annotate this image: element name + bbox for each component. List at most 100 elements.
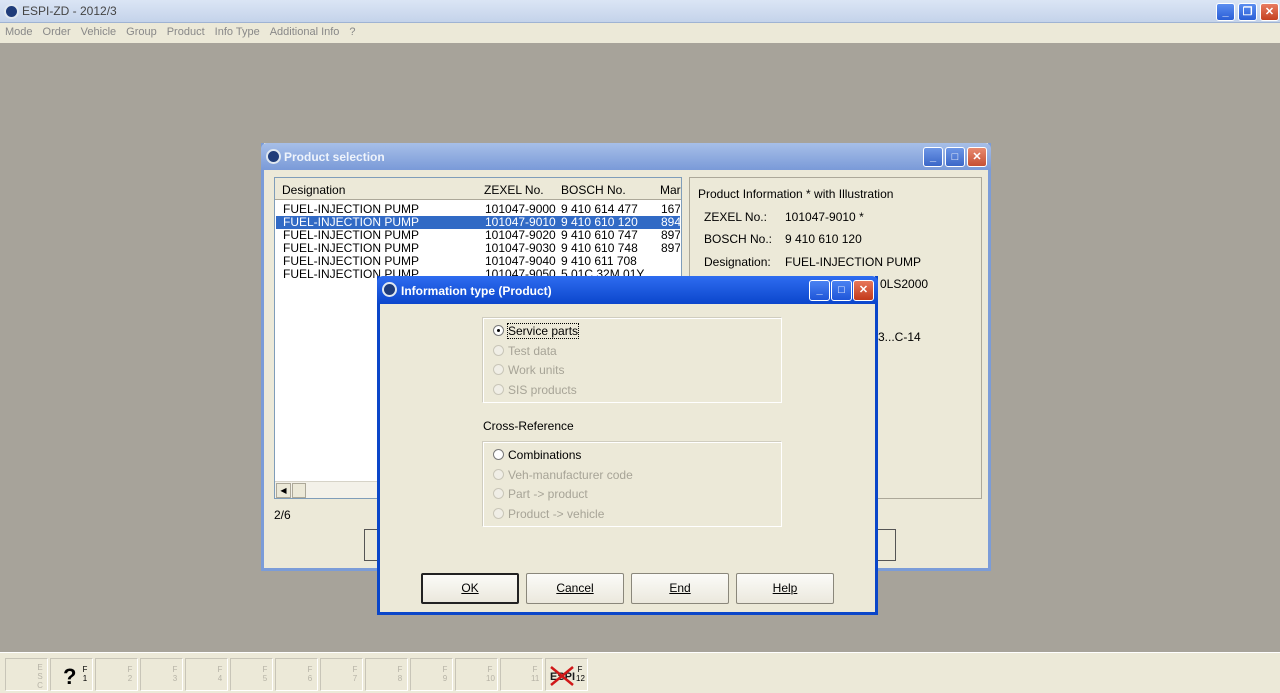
radio-label: Work units (508, 363, 565, 377)
row-zexel: 101047-9040 (485, 255, 556, 268)
radio-button[interactable] (493, 508, 504, 519)
product-list-header: Designation ZEXEL No. BOSCH No. Mar (275, 178, 681, 200)
menu-info-type[interactable]: Info Type (210, 23, 265, 38)
col-bosch[interactable]: BOSCH No. (561, 183, 626, 197)
product-selection-titlebar: Product selection _ □ ✕ (261, 143, 991, 170)
radio-button[interactable] (493, 325, 504, 336)
radio-label: Combinations (508, 448, 582, 462)
product-minimize-button[interactable]: _ (923, 147, 943, 167)
fkey-esc[interactable]: ESC (5, 658, 48, 691)
menu-help[interactable]: ? (344, 23, 360, 38)
fkey-label: F3 (172, 665, 178, 683)
cross-reference-group: Combinations Veh-manufacturer code Part … (482, 441, 782, 527)
list-item[interactable]: FUEL-INJECTION PUMP 101047-9020 9 410 61… (276, 229, 680, 242)
fkey-f11[interactable]: F 11 (500, 658, 543, 691)
row-designation: FUEL-INJECTION PUMP (283, 216, 420, 229)
menu-additional-info[interactable]: Additional Info (265, 23, 345, 38)
record-counter: 2/6 (274, 508, 291, 522)
list-item-selected[interactable]: FUEL-INJECTION PUMP 101047-9010 9 410 61… (276, 216, 680, 229)
list-item[interactable]: FUEL-INJECTION PUMP 101047-9030 9 410 61… (276, 242, 680, 255)
list-item[interactable]: FUEL-INJECTION PUMP 101047-9000 9 410 61… (276, 203, 680, 216)
row-mar: 897 (661, 242, 680, 255)
fkey-label: F8 (397, 665, 403, 683)
information-type-dialog: Information type (Product) _ □ ✕ Service… (377, 276, 878, 615)
product-close-button[interactable]: ✕ (967, 147, 987, 167)
product-maximize-button[interactable]: □ (945, 147, 965, 167)
dialog-close-button[interactable]: ✕ (853, 280, 874, 301)
fkey-label: F6 (307, 665, 313, 683)
radio-label: SIS products (508, 383, 577, 397)
fkey-f1[interactable]: ? F1 (50, 658, 93, 691)
row-designation: FUEL-INJECTION PUMP (283, 255, 420, 268)
menu-bar: Mode Order Vehicle Group Product Info Ty… (0, 23, 1280, 43)
radio-button[interactable] (493, 449, 504, 460)
radio-button[interactable] (493, 488, 504, 499)
radio-label: Veh-manufacturer code (508, 468, 633, 482)
info-designation-value: FUEL-INJECTION PUMP (785, 255, 922, 269)
radio-label: Test data (508, 344, 557, 358)
radio-button[interactable] (493, 469, 504, 480)
radio-label: Product -> vehicle (508, 507, 605, 521)
dialog-minimize-button[interactable]: _ (809, 280, 830, 301)
row-mar: 167 (661, 203, 680, 216)
fkey-f5[interactable]: F5 (230, 658, 273, 691)
product-button-right[interactable] (876, 529, 896, 561)
window-logo-icon (266, 149, 281, 164)
dialog-logo-icon (382, 282, 397, 297)
row-bosch: 9 410 610 120 (561, 216, 638, 229)
info-partial-2: 3...C-14 (878, 330, 921, 344)
menu-group[interactable]: Group (121, 23, 162, 38)
col-manufacturer[interactable]: Mar (660, 183, 681, 197)
col-zexel[interactable]: ZEXEL No. (484, 183, 544, 197)
cancel-button[interactable]: Cancel (526, 573, 624, 604)
row-bosch: 9 410 610 748 (561, 242, 638, 255)
help-question-icon: ? (63, 664, 77, 689)
fkey-label: ESC (37, 663, 43, 690)
fkey-f6[interactable]: F6 (275, 658, 318, 691)
fkey-label: F7 (352, 665, 358, 683)
fkey-label: F 12 (576, 665, 585, 683)
info-type-group: Service parts Test data Work units SIS p… (482, 317, 782, 403)
app-logo-icon (4, 4, 19, 19)
list-item[interactable]: FUEL-INJECTION PUMP 101047-9040 9 410 61… (276, 255, 680, 268)
fkey-f3[interactable]: F3 (140, 658, 183, 691)
fkey-f8[interactable]: F8 (365, 658, 408, 691)
info-designation-label: Designation: (704, 255, 771, 269)
radio-button[interactable] (493, 384, 504, 395)
help-button[interactable]: Help (736, 573, 834, 604)
scroll-thumb[interactable] (292, 483, 306, 498)
menu-product[interactable]: Product (162, 23, 210, 38)
info-bosch-label: BOSCH No.: (704, 232, 773, 246)
fkey-f4[interactable]: F4 (185, 658, 228, 691)
radio-button[interactable] (493, 345, 504, 356)
fkey-f10[interactable]: F 10 (455, 658, 498, 691)
radio-label: Part -> product (508, 487, 588, 501)
app-title: ESPI-ZD - 2012/3 (22, 4, 117, 18)
fkey-label: F 11 (531, 665, 540, 683)
end-button[interactable]: End (631, 573, 729, 604)
cross-out-icon (550, 666, 574, 686)
minimize-button[interactable]: _ (1216, 3, 1235, 21)
row-mar: 894 (661, 216, 680, 229)
fkey-f9[interactable]: F9 (410, 658, 453, 691)
radio-button[interactable] (493, 364, 504, 375)
row-designation: FUEL-INJECTION PUMP (283, 229, 420, 242)
fkey-f7[interactable]: F7 (320, 658, 363, 691)
radio-label: Service parts (506, 323, 580, 339)
row-zexel: 101047-9000 (485, 203, 556, 216)
fkey-f12[interactable]: ESPI F12 (545, 658, 588, 691)
function-key-bar: ESC ? F1 F2 F3 F4 F5 F6 F7 F8 F9 F 10 F 11… (0, 652, 1280, 693)
ok-button[interactable]: OK (421, 573, 519, 604)
col-designation[interactable]: Designation (282, 183, 345, 197)
restore-button[interactable]: ❐ (1238, 3, 1257, 21)
menu-vehicle[interactable]: Vehicle (76, 23, 121, 38)
menu-mode[interactable]: Mode (0, 23, 38, 38)
row-bosch: 9 410 610 747 (561, 229, 638, 242)
scroll-left-icon[interactable]: ◀ (276, 483, 291, 498)
menu-order[interactable]: Order (38, 23, 76, 38)
close-button[interactable]: ✕ (1260, 3, 1279, 21)
dialog-maximize-button[interactable]: □ (831, 280, 852, 301)
fkey-label: F 10 (486, 665, 495, 683)
fkey-label: F5 (262, 665, 268, 683)
fkey-f2[interactable]: F2 (95, 658, 138, 691)
